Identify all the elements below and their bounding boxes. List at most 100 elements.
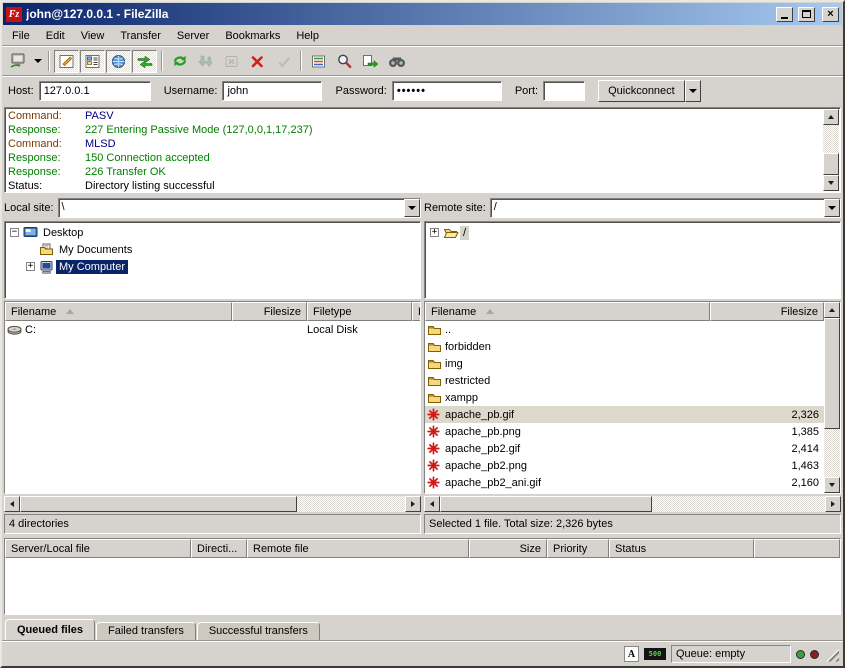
- directory-listing-filters-button[interactable]: [306, 50, 331, 73]
- scroll-up-button[interactable]: [824, 302, 840, 318]
- remote-horizontal-scrollbar[interactable]: [424, 496, 841, 512]
- remote-site-value: /: [491, 199, 824, 217]
- toolbar: [2, 47, 843, 75]
- quickconnect-dropdown-button[interactable]: [685, 80, 701, 102]
- scroll-down-button[interactable]: [823, 175, 839, 191]
- scrollbar-thumb[interactable]: [440, 496, 652, 512]
- host-input[interactable]: [39, 81, 151, 101]
- scrollbar-thumb[interactable]: [824, 318, 840, 429]
- column-header-filetype[interactable]: Filetype: [307, 302, 412, 321]
- resize-grip[interactable]: [824, 647, 839, 662]
- file-size-cell: 1,385: [710, 426, 824, 438]
- scroll-down-button[interactable]: [824, 477, 840, 493]
- menu-file[interactable]: File: [4, 28, 38, 44]
- scrollbar-thumb[interactable]: [20, 496, 297, 512]
- site-manager-button[interactable]: [5, 50, 30, 73]
- column-header-directi[interactable]: Directi...: [191, 539, 247, 558]
- toggle-message-log-button[interactable]: [54, 50, 79, 73]
- toggle-local-tree-button[interactable]: [80, 50, 105, 73]
- expand-plus-icon[interactable]: +: [430, 228, 439, 237]
- binoculars-icon: [388, 54, 406, 68]
- scroll-left-button[interactable]: [424, 496, 440, 512]
- local-file-row[interactable]: C:Local Disk: [5, 321, 420, 338]
- tree-item[interactable]: +/: [426, 224, 839, 241]
- column-header-col[interactable]: [754, 539, 840, 558]
- directory-comparison-button[interactable]: [358, 50, 383, 73]
- menu-server[interactable]: Server: [169, 28, 217, 44]
- status-bar: A 500 Queue: empty: [2, 641, 843, 666]
- tree-item[interactable]: +My Computer: [6, 258, 419, 275]
- menu-edit[interactable]: Edit: [38, 28, 73, 44]
- remote-file-row[interactable]: forbidden: [425, 338, 824, 355]
- find-files-button[interactable]: [384, 50, 409, 73]
- remote-file-row[interactable]: ..: [425, 321, 824, 338]
- column-header-l[interactable]: L: [412, 302, 421, 321]
- tab-failed-transfers[interactable]: Failed transfers: [96, 622, 196, 641]
- log-line: Response:227 Entering Passive Mode (127,…: [8, 123, 822, 137]
- column-header-label: Server/Local file: [11, 543, 90, 555]
- column-header-filename[interactable]: Filename: [425, 302, 710, 321]
- expand-plus-icon[interactable]: +: [26, 262, 35, 271]
- file-search-button[interactable]: [332, 50, 357, 73]
- remote-file-row[interactable]: restricted: [425, 372, 824, 389]
- maximize-button[interactable]: [798, 7, 815, 22]
- file-name-cell: img: [425, 357, 710, 370]
- process-queue-button[interactable]: [193, 50, 218, 73]
- remote-file-row[interactable]: apache_pb2.gif2,414: [425, 440, 824, 457]
- local-status-text: 4 directories: [4, 514, 421, 534]
- column-header-filesize[interactable]: Filesize: [232, 302, 307, 321]
- column-header-size[interactable]: Size: [469, 539, 547, 558]
- username-input[interactable]: [222, 81, 322, 101]
- port-input[interactable]: [543, 81, 585, 101]
- menu-view[interactable]: View: [73, 28, 113, 44]
- column-header-filesize[interactable]: Filesize: [710, 302, 824, 321]
- tree-item[interactable]: −Desktop: [6, 224, 419, 241]
- title-bar[interactable]: Fz john@127.0.0.1 - FileZilla ×: [3, 3, 842, 25]
- scroll-right-button[interactable]: [825, 496, 841, 512]
- site-manager-dropdown-button[interactable]: [31, 50, 44, 73]
- local-site-combo[interactable]: \: [58, 198, 421, 218]
- menu-bookmarks[interactable]: Bookmarks: [217, 28, 288, 44]
- remote-site-combo[interactable]: /: [490, 198, 841, 218]
- close-button[interactable]: ×: [822, 7, 839, 22]
- tab-queued-files[interactable]: Queued files: [5, 619, 95, 641]
- transfer-type-indicator[interactable]: A: [624, 646, 639, 662]
- refresh-button[interactable]: [167, 50, 192, 73]
- tab-successful-transfers[interactable]: Successful transfers: [197, 622, 320, 641]
- tree-item[interactable]: My Documents: [6, 241, 419, 258]
- menu-help[interactable]: Help: [288, 28, 327, 44]
- speed-limit-indicator[interactable]: 500: [644, 648, 666, 660]
- remote-file-row[interactable]: apache_pb2.png1,463: [425, 457, 824, 474]
- remote-file-row[interactable]: apache_pb.png1,385: [425, 423, 824, 440]
- remote-file-row[interactable]: apache_pb2_ani.gif2,160: [425, 474, 824, 491]
- remote-site-dropdown-button[interactable]: [824, 199, 840, 217]
- remote-file-row[interactable]: apache_pb.gif2,326: [425, 406, 824, 423]
- file-name: apache_pb2.png: [445, 460, 527, 472]
- column-header-server-local-file[interactable]: Server/Local file: [5, 539, 191, 558]
- column-header-filename[interactable]: Filename: [5, 302, 232, 321]
- scrollbar-thumb[interactable]: [823, 153, 839, 175]
- cancel-operation-button[interactable]: [219, 50, 244, 73]
- password-input[interactable]: [392, 81, 502, 101]
- delete-button[interactable]: [245, 50, 270, 73]
- remote-file-row[interactable]: img: [425, 355, 824, 372]
- log-line: Response:150 Connection accepted: [8, 151, 822, 165]
- log-scrollbar[interactable]: [823, 109, 839, 191]
- apply-button[interactable]: [271, 50, 296, 73]
- local-site-dropdown-button[interactable]: [404, 199, 420, 217]
- collapse-minus-icon[interactable]: −: [10, 228, 19, 237]
- local-horizontal-scrollbar[interactable]: [4, 496, 421, 512]
- column-header-status[interactable]: Status: [609, 539, 754, 558]
- minimize-button[interactable]: [776, 7, 793, 22]
- toggle-transfer-queue-button[interactable]: [132, 50, 157, 73]
- scroll-left-button[interactable]: [4, 496, 20, 512]
- column-header-remote-file[interactable]: Remote file: [247, 539, 469, 558]
- toggle-remote-tree-button[interactable]: [106, 50, 131, 73]
- scroll-up-button[interactable]: [823, 109, 839, 125]
- scroll-right-button[interactable]: [405, 496, 421, 512]
- remote-vertical-scrollbar[interactable]: [824, 302, 840, 493]
- menu-transfer[interactable]: Transfer: [112, 28, 169, 44]
- column-header-priority[interactable]: Priority: [547, 539, 609, 558]
- remote-file-row[interactable]: xampp: [425, 389, 824, 406]
- quickconnect-button[interactable]: Quickconnect: [598, 80, 685, 102]
